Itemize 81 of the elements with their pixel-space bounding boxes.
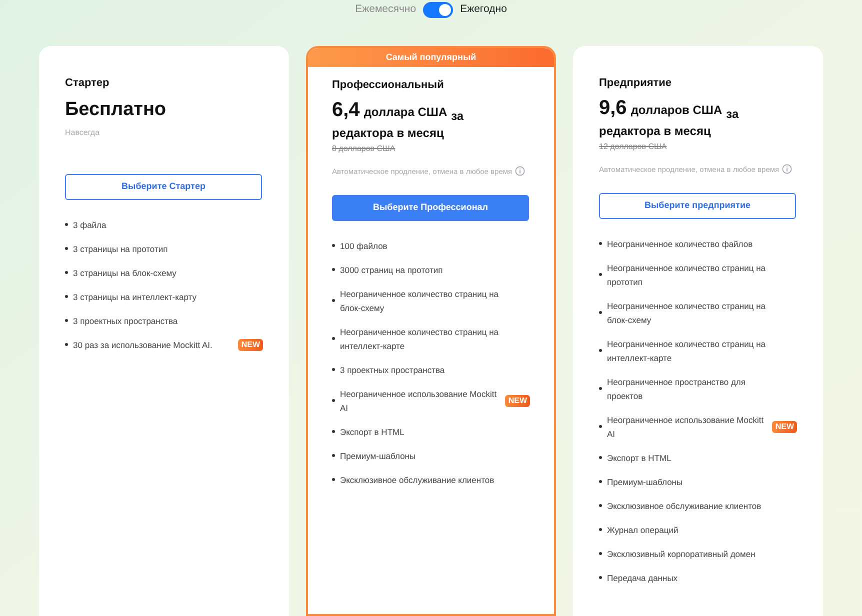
- bullet-icon: [599, 273, 602, 276]
- bullet-icon: [65, 295, 68, 298]
- old-price: 8 долларов США: [332, 142, 396, 154]
- bullet-icon: [332, 337, 335, 340]
- feature-text: Экспорт в HTML: [340, 426, 406, 439]
- bullet-icon: [599, 349, 602, 352]
- feature-text: 3 страницы на интеллект-карту: [73, 290, 198, 304]
- monthly-label[interactable]: Ежемесячно: [355, 2, 416, 18]
- bullet-icon: [65, 319, 68, 322]
- new-badge: NEW: [238, 338, 263, 350]
- feature-text: 3 страницы на блок-схему: [73, 266, 178, 280]
- plan-price: 6,4: [332, 98, 360, 122]
- new-badge: NEW: [772, 420, 797, 433]
- bullet-icon: [65, 247, 68, 250]
- price-unit: доллара США: [364, 104, 448, 120]
- bullet-icon: [332, 399, 335, 402]
- feature-text: Журнал операций: [607, 524, 680, 537]
- bullet-icon: [332, 368, 335, 372]
- bullet-icon: [599, 311, 602, 314]
- feature-text: Эксклюзивное обслуживание клиентов: [607, 500, 762, 513]
- feature-text: Премиум-шаблоны: [607, 476, 684, 489]
- bullet-icon: [332, 430, 335, 434]
- bullet-icon: [65, 271, 68, 274]
- select-plan-button[interactable]: Выберите Профессионал: [332, 194, 529, 221]
- bullet-icon: [332, 268, 335, 272]
- yearly-label[interactable]: Ежегодно: [460, 2, 507, 18]
- feature-text: Премиум-шаблоны: [340, 450, 417, 463]
- bullet-icon: [599, 480, 602, 484]
- feature-text: Неограниченное количество файлов: [607, 238, 754, 251]
- plan-name: Профессиональный: [332, 78, 445, 93]
- feature-text: 3 файла: [73, 218, 108, 232]
- feature-text: Экспорт в HTML: [607, 452, 672, 465]
- bullet-icon: [599, 456, 602, 460]
- feature-text: Неограниченное пространство для проектов: [607, 376, 746, 403]
- bullet-icon: [332, 454, 335, 458]
- plan-price: 9,6: [599, 96, 627, 120]
- plan-period: Навсегда: [65, 126, 101, 138]
- price-unit: долларов США: [630, 102, 722, 118]
- feature-text: 3 страницы на прототип: [73, 242, 169, 256]
- bullet-icon: [65, 343, 68, 346]
- info-icon[interactable]: [782, 164, 792, 174]
- feature-text: 3000 страниц на прототип: [340, 264, 444, 277]
- old-price: 12 долларов США: [599, 140, 668, 152]
- feature-text: Неограниченное использование Mockitt AI: [340, 388, 498, 415]
- bullet-icon: [332, 244, 335, 248]
- bullet-icon: [332, 478, 335, 482]
- new-badge: NEW: [505, 394, 530, 407]
- feature-text: Неограниченное количество страниц на интеллект-карте: [340, 326, 500, 353]
- feature-text: 3 проектных пространства: [73, 314, 179, 328]
- billing-toggle[interactable]: [423, 2, 454, 18]
- feature-text: 100 файлов: [340, 240, 388, 253]
- price-per-line: редактора в месяц: [599, 122, 712, 140]
- feature-text: Эксклюзивный корпоративный домен: [607, 548, 756, 561]
- popular-banner: Самый популярный: [308, 48, 554, 67]
- bullet-icon: [599, 576, 602, 580]
- bullet-icon: [599, 504, 602, 508]
- bullet-icon: [65, 223, 68, 226]
- bullet-icon: [599, 552, 602, 556]
- feature-text: Неограниченное количество страниц на блок-схему: [340, 288, 500, 315]
- plan-name: Стартер: [65, 76, 110, 91]
- feature-text: 3 проектных пространства: [340, 364, 446, 377]
- feature-text: Неограниченное количество страниц на интеллект-карте: [607, 338, 767, 365]
- feature-text: Неограниченное использование Mockitt AI: [607, 414, 765, 441]
- bullet-icon: [332, 299, 335, 302]
- plan-price: Бесплатно: [65, 98, 168, 122]
- feature-text: Эксклюзивное обслуживание клиентов: [340, 474, 496, 487]
- price-per-line: редактора в месяц: [332, 124, 445, 142]
- select-plan-button[interactable]: Выберите Стартер: [65, 174, 262, 200]
- bullet-icon: [599, 242, 602, 246]
- bullet-icon: [599, 528, 602, 532]
- feature-text: Передача данных: [607, 572, 679, 585]
- price-per: за: [451, 108, 464, 124]
- info-icon[interactable]: [515, 166, 526, 176]
- price-per: за: [726, 106, 739, 122]
- plan-name: Предприятие: [599, 76, 673, 91]
- feature-text: Неограниченное количество страниц на блок-схему: [607, 300, 767, 327]
- bullet-icon: [599, 425, 602, 428]
- feature-text: 30 раз за использование Mockitt AI.: [73, 338, 214, 352]
- select-plan-button[interactable]: Выберите предприятие: [599, 192, 796, 219]
- bullet-icon: [599, 387, 602, 390]
- feature-text: Неограниченное количество страниц на прототип: [607, 262, 767, 289]
